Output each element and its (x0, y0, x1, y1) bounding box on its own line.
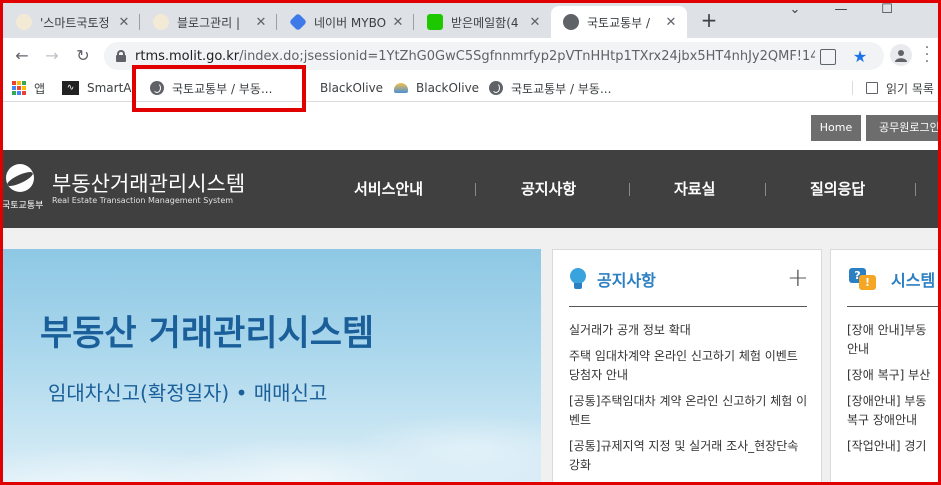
star-icon[interactable]: ★ (852, 49, 868, 65)
menu-divider (765, 183, 766, 196)
bookmark-label: BlackOlive (320, 81, 384, 95)
globe-icon (489, 81, 503, 95)
bookmark-smartal[interactable]: ∿ SmartAL (62, 79, 132, 97)
tab-label: 블로그관리 | (177, 15, 241, 30)
close-icon[interactable]: ✕ (663, 15, 679, 30)
system-panel: ?! 시스템 [장애 안내]부동 안내 [장애 복구] 부산 [장애안내] 부동… (830, 249, 941, 485)
tab-naver-mybox[interactable]: 네이버 MYBO ✕ (278, 6, 414, 38)
forward-button[interactable]: → (40, 44, 64, 68)
more-button[interactable]: + (787, 265, 809, 291)
lock-icon (116, 50, 126, 62)
list-item[interactable]: 주택 임대차계약 온라인 신고하기 체험 이벤트 당첨자 안내 (569, 347, 809, 385)
bookmark-label: 앱 (34, 81, 46, 96)
menu-notices[interactable]: 공지사항 (521, 178, 576, 199)
list-item[interactable]: [공통]규제지역 지정 및 실거래 조사_현장단속 강화 (569, 437, 809, 475)
maximize-button[interactable]: ☐ (864, 0, 910, 20)
banner-title: 부동산 거래관리시스템 (40, 314, 375, 354)
reading-list-icon (866, 82, 878, 94)
list-item[interactable]: [작업안내] 경기 (847, 437, 939, 456)
tab-label: 네이버 MYBO (314, 15, 386, 30)
profile-avatar[interactable] (890, 44, 912, 66)
mybox-icon (288, 12, 308, 32)
back-button[interactable]: ← (10, 44, 34, 68)
menu-qna[interactable]: 질의응답 (810, 178, 865, 199)
tab-smart-land[interactable]: '스마트국토정 ✕ (4, 6, 140, 38)
reading-list[interactable]: 읽기 목록 (866, 79, 934, 97)
new-tab-button[interactable]: + (697, 9, 721, 33)
menu-service-guide[interactable]: 서비스안내 (354, 178, 423, 199)
bookmark-label: 국토교통부 / 부동... (511, 81, 612, 96)
list-item[interactable]: 실거래가 공개 정보 확대 (569, 321, 809, 340)
main-banner: 부동산 거래관리시스템 임대차신고(확정일자) • 매매신고 (0, 249, 541, 485)
tab-molit[interactable]: 국토교통부 / ✕ (551, 6, 687, 38)
menu-divider (475, 183, 476, 196)
tab-label: 국토교통부 / (587, 15, 651, 30)
close-icon[interactable]: ✕ (390, 15, 406, 30)
molit-logo[interactable] (6, 164, 34, 192)
list-item[interactable]: [장애 안내]부동 안내 (847, 321, 939, 359)
reading-list-label: 읽기 목록 (886, 81, 934, 96)
bookmark-label: BlackOlive (416, 81, 480, 95)
tab-mail-inbox[interactable]: 받은메일함(4 ✕ (415, 6, 551, 38)
person-icon (895, 50, 907, 62)
highlight-box (132, 65, 306, 112)
official-login-button[interactable]: 공무원로그인 (866, 115, 941, 141)
blackolive-icon (394, 83, 408, 93)
menu-dots-icon[interactable]: · · · (922, 41, 932, 69)
panel-rule (847, 306, 941, 307)
list-item[interactable]: [공통]주택임대차 계약 온라인 신고하기 체험 이벤트 (569, 392, 809, 430)
tab-label: 받은메일함(4 (451, 15, 519, 30)
blog-icon (16, 14, 32, 30)
bookmark-blackolive-2[interactable]: BlackOlive (394, 79, 479, 97)
close-icon[interactable]: ✕ (527, 15, 543, 30)
smartal-icon: ∿ (62, 81, 79, 95)
chevron-down-icon[interactable]: ⌄ (772, 0, 818, 20)
site-info-icon[interactable] (820, 49, 836, 65)
apps-icon (12, 81, 26, 95)
notice-panel-title[interactable]: 공지사항 (597, 267, 656, 291)
site-title[interactable]: 부동산거래관리시스템 (52, 168, 245, 198)
notice-panel: 공지사항 + 실거래가 공개 정보 확대 주택 임대차계약 온라인 신고하기 체… (552, 249, 822, 485)
ministry-name: 국토교통부 (2, 201, 44, 211)
blog-icon (153, 14, 169, 30)
tab-strip: '스마트국토정 ✕ 블로그관리 | ✕ 네이버 MYBO ✕ 받은메일함(4 ✕… (0, 0, 941, 38)
tab-blog-admin[interactable]: 블로그관리 | ✕ (141, 6, 277, 38)
site-header: 국토교통부 부동산거래관리시스템 Real Estate Transaction… (0, 150, 941, 228)
site-subtitle: Real Estate Transaction Management Syste… (52, 196, 234, 205)
list-item[interactable]: [장애안내] 부동 복구 장애안내 (847, 392, 939, 430)
bookmarks-divider (852, 81, 853, 95)
mail-icon (427, 14, 443, 30)
panel-rule (569, 306, 807, 307)
globe-icon (563, 14, 579, 30)
lightbulb-icon (570, 268, 586, 290)
menu-archive[interactable]: 자료실 (674, 178, 715, 199)
bookmark-apps[interactable]: 앱 (12, 79, 45, 97)
menu-divider (629, 183, 630, 196)
url-text[interactable]: rtms.molit.go.kr/index.do;jsessionid=1Yt… (135, 49, 815, 64)
close-icon[interactable]: ✕ (253, 15, 269, 30)
reload-button[interactable]: ↻ (71, 44, 95, 68)
bookmark-blackolive-1[interactable]: BlackOlive (306, 79, 383, 97)
tab-label: '스마트국토정 (40, 15, 110, 30)
system-panel-title[interactable]: 시스템 (891, 267, 935, 291)
system-list: [장애 안내]부동 안내 [장애 복구] 부산 [장애안내] 부동 복구 장애안… (847, 321, 939, 463)
close-icon[interactable]: ✕ (116, 15, 132, 30)
minimize-button[interactable]: — (818, 0, 864, 20)
qna-icon: ?! (849, 268, 877, 290)
home-button[interactable]: Home (811, 115, 861, 141)
notice-list: 실거래가 공개 정보 확대 주택 임대차계약 온라인 신고하기 체험 이벤트 당… (569, 321, 809, 482)
banner-subtitle: 임대차신고(확정일자) • 매매신고 (48, 381, 328, 405)
bookmark-label: SmartAL (87, 81, 132, 95)
menu-divider (915, 183, 916, 196)
bookmark-molit-2[interactable]: 국토교통부 / 부동... (489, 79, 611, 97)
list-item[interactable]: [장애 복구] 부산 (847, 366, 939, 385)
